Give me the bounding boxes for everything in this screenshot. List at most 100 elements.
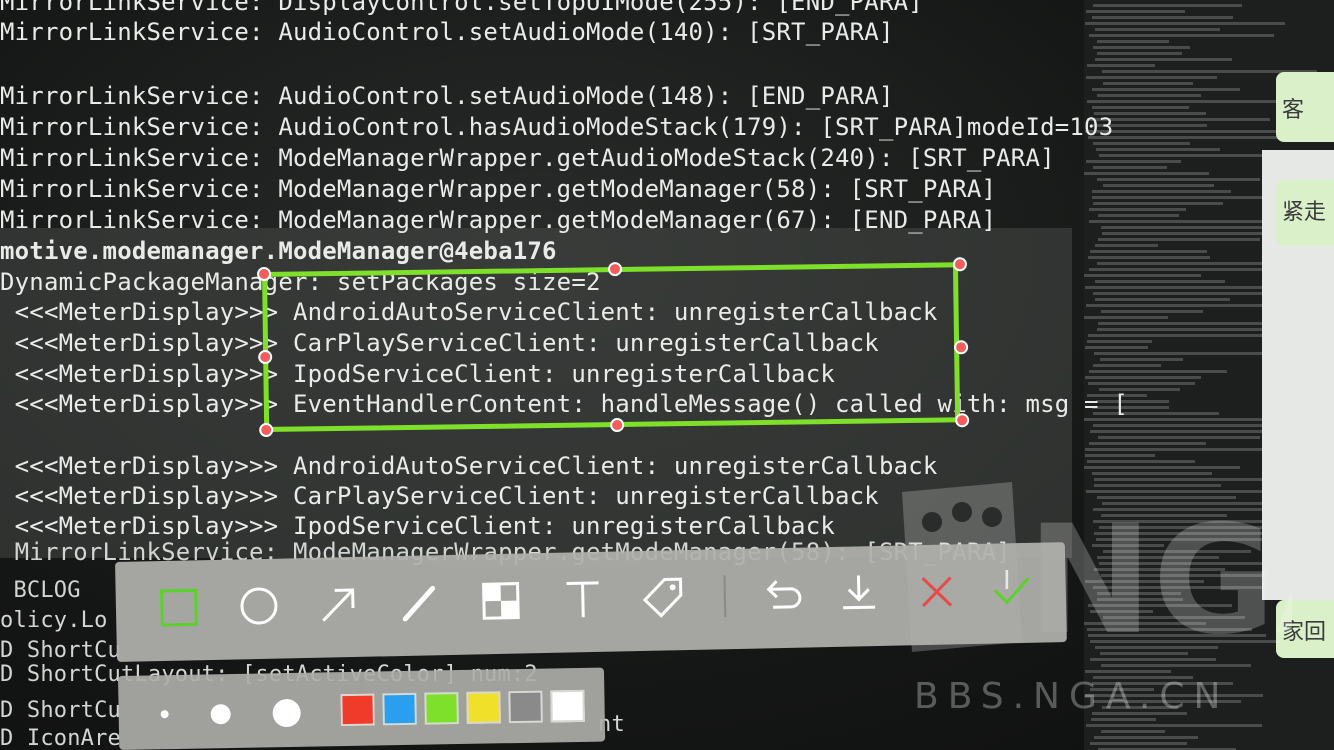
background-noise-line	[1101, 664, 1251, 667]
resize-handle-top[interactable]	[607, 261, 623, 277]
background-noise-line	[1093, 4, 1242, 7]
color-swatch-gray[interactable]	[508, 690, 543, 724]
background-noise-line	[1084, 274, 1201, 277]
background-noise-line	[1095, 28, 1220, 31]
background-noise-line	[1092, 196, 1286, 199]
confirm-button[interactable]	[985, 565, 1036, 616]
pen-tool-icon	[402, 585, 436, 622]
log-line: MirrorLinkService: ModeManagerWrapper.ge…	[0, 206, 997, 234]
download-button[interactable]	[833, 568, 884, 619]
resize-handle-bottom[interactable]	[610, 417, 625, 433]
background-noise-line	[1089, 208, 1186, 211]
rectangle-tool-button[interactable]	[153, 582, 204, 633]
background-noise-line	[1089, 34, 1274, 37]
resize-handle-left[interactable]	[258, 349, 273, 365]
background-noise-line	[1087, 340, 1152, 343]
background-noise-line	[1103, 184, 1214, 187]
ellipse-tool-button[interactable]	[233, 580, 284, 631]
log-line: D ShortCu	[0, 638, 122, 663]
background-noise-line	[1093, 364, 1161, 367]
mosaic-tool-button[interactable]	[475, 575, 526, 626]
ellipse-tool-icon	[240, 587, 278, 625]
resize-handle-bottom-right[interactable]	[955, 413, 970, 428]
background-noise-line	[1087, 64, 1155, 67]
download-icon	[843, 575, 876, 610]
toolbar-separator	[723, 575, 727, 618]
cancel-button[interactable]	[911, 566, 962, 617]
text-cursor-icon: Ⅰ	[1003, 566, 1011, 596]
background-noise-line	[1089, 220, 1271, 223]
log-line: MirrorLinkService: ModeManagerWrapper.ge…	[0, 175, 997, 203]
background-noise-line	[1086, 724, 1262, 727]
resize-handle-right[interactable]	[954, 340, 969, 355]
background-noise-line	[1084, 316, 1168, 319]
photo-of-monitor: 客 紧走 家回 MirrorLinkService: DisplayContro…	[0, 0, 1334, 750]
color-palette	[118, 667, 606, 750]
log-line: olicy.Lo	[0, 608, 108, 633]
pen-size-medium[interactable]	[210, 704, 231, 725]
background-noise-line	[1093, 46, 1190, 49]
background-noise-line	[1092, 16, 1233, 19]
background-noise-line	[1086, 160, 1181, 163]
tag-tool-button[interactable]	[637, 572, 688, 623]
arrow-tool-button[interactable]	[313, 579, 364, 630]
background-noise-line	[1093, 202, 1223, 205]
background-noise-line	[1086, 76, 1217, 79]
background-noise-line	[1098, 436, 1260, 439]
background-noise-line	[1093, 166, 1167, 169]
log-line: MirrorLinkService: DisplayControl.setTop…	[0, 0, 923, 16]
background-noise-line	[1088, 382, 1195, 385]
background-noise-line	[1096, 148, 1220, 151]
background-noise-line	[1088, 136, 1289, 139]
log-line: BCLOG	[0, 578, 81, 603]
background-noise-line	[1085, 130, 1293, 133]
color-swatch-red[interactable]	[340, 693, 375, 727]
background-noise-line	[1098, 322, 1269, 325]
background-noise-line	[1086, 10, 1185, 13]
background-noise-line	[1092, 88, 1240, 91]
pen-tool-button[interactable]	[393, 577, 444, 628]
background-noise-line	[1094, 352, 1286, 355]
background-noise-line	[1085, 454, 1155, 457]
background-noise-line	[1087, 100, 1304, 103]
background-noise-line	[1095, 244, 1158, 247]
pen-size-small[interactable]	[160, 710, 169, 719]
resize-handle-top-left[interactable]	[256, 266, 272, 282]
background-noise-line	[1095, 298, 1230, 301]
background-noise-line	[1084, 172, 1209, 175]
text-tool-button[interactable]	[557, 574, 608, 625]
log-line: MirrorLinkService: ModeManagerWrapper.ge…	[0, 144, 1055, 172]
background-noise-line	[1090, 250, 1207, 253]
undo-button[interactable]	[755, 570, 806, 621]
background-noise-line	[1103, 82, 1193, 85]
background-noise-line	[1085, 22, 1285, 25]
color-swatch-yellow[interactable]	[466, 691, 501, 724]
background-noise-line	[1085, 346, 1148, 349]
confirm-icon	[993, 576, 1030, 605]
selection-rectangle[interactable]	[256, 257, 970, 438]
background-noise-line	[1099, 154, 1263, 157]
background-noise-line	[1092, 190, 1231, 193]
background-noise-line	[1098, 238, 1260, 241]
background-noise-line	[1095, 58, 1232, 61]
background-noise-line	[1098, 214, 1179, 217]
arrow-tool-icon	[322, 588, 355, 622]
background-noise-line	[1092, 106, 1189, 109]
background-noise-line	[1097, 178, 1260, 181]
pen-size-large[interactable]	[272, 698, 301, 728]
background-noise-line	[1101, 730, 1165, 733]
background-noise-line	[1089, 442, 1206, 445]
color-swatch-green[interactable]	[424, 692, 459, 725]
annotation-toolbar	[115, 542, 1067, 662]
background-noise-line	[1093, 142, 1190, 145]
color-swatch-blue[interactable]	[382, 692, 417, 726]
undo-icon	[766, 580, 802, 609]
chat-fragment-text: 客	[1282, 98, 1305, 123]
background-noise-line	[1089, 370, 1227, 373]
background-noise-line	[1086, 304, 1272, 307]
chat-bubble-2: 紧走	[1276, 180, 1334, 246]
chat-bubble-1: 客	[1276, 72, 1334, 142]
color-swatch-white[interactable]	[550, 689, 585, 723]
background-noise-line	[1088, 334, 1280, 337]
log-line: MirrorLinkService: AudioControl.hasAudio…	[0, 113, 1114, 141]
